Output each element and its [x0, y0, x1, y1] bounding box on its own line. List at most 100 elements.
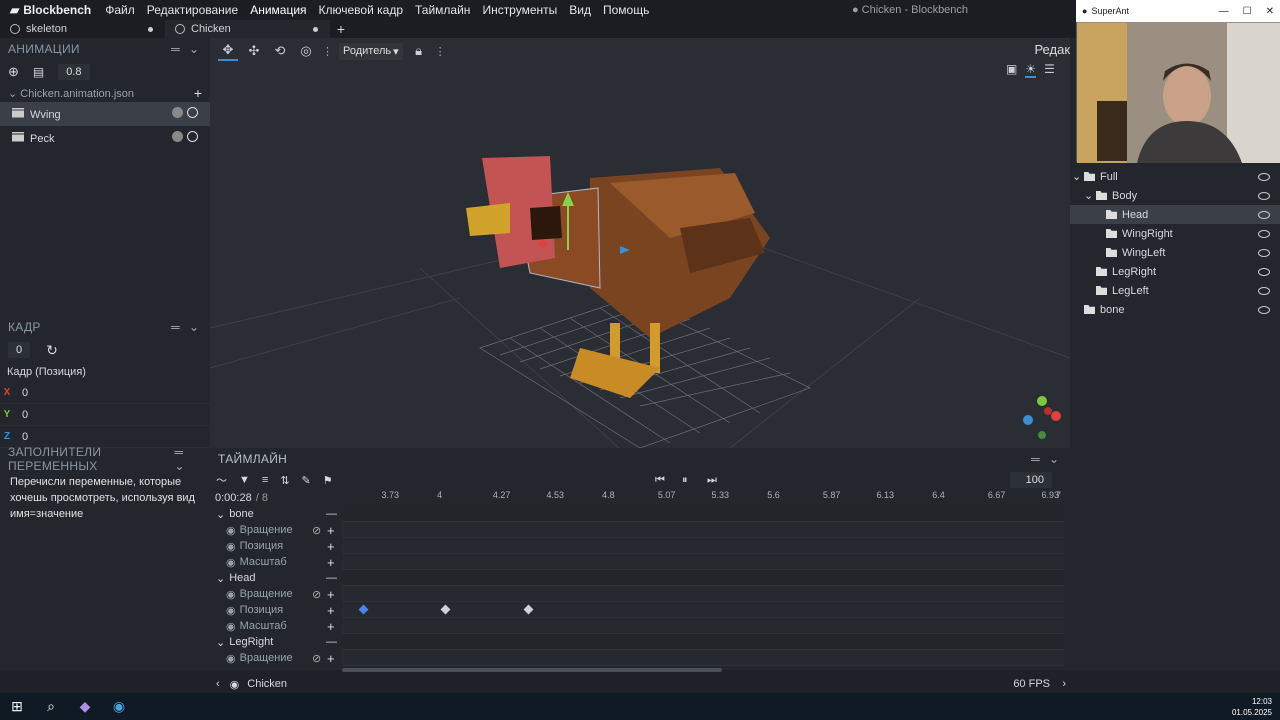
outliner-item-body[interactable]: ⌄ Body [1070, 186, 1280, 205]
pencil-icon[interactable]: ✎ [302, 474, 311, 487]
transform-space-dropdown[interactable]: Родитель ▾ [339, 42, 403, 60]
eye-icon[interactable]: ◉ [226, 540, 236, 553]
visibility-eye-icon[interactable] [1258, 191, 1270, 200]
toolbar-more-icon[interactable]: ⋮ [435, 45, 446, 58]
outliner-item-wingleft[interactable]: WingLeft [1070, 243, 1280, 262]
link-icon[interactable]: ⊘ [312, 652, 321, 665]
timeline-track[interactable] [342, 602, 1064, 618]
timeline-channel-row[interactable]: ◉ Позиция + [210, 602, 1070, 618]
axis-value[interactable]: 0 [22, 431, 28, 443]
timeline-channel-row[interactable]: ◉ Масштаб + [210, 618, 1070, 634]
check-icon[interactable] [172, 131, 183, 142]
animation-speed-input[interactable]: 0.8 [58, 64, 90, 80]
animation-file-row[interactable]: ⌄ Chicken.animation.json + [0, 84, 210, 102]
skip-forward-icon[interactable]: ⏭ [707, 474, 717, 487]
check-icon[interactable] [172, 107, 183, 118]
visibility-eye-icon[interactable] [1258, 305, 1270, 314]
animation-item-wving[interactable]: Wving [0, 102, 210, 126]
add-keyframe-icon[interactable]: + [327, 555, 335, 570]
collapse-icon[interactable]: — [326, 508, 337, 520]
menu-view[interactable]: Вид [563, 0, 597, 20]
timeline-track[interactable] [342, 506, 1064, 522]
timeline-track[interactable] [342, 570, 1064, 586]
eye-icon[interactable]: ◉ [226, 556, 236, 569]
panel-controls-icon[interactable]: ═ ⌄ [174, 445, 202, 473]
visual-studio-icon[interactable]: ◆ [68, 693, 102, 720]
menu-animation[interactable]: Анимация [244, 0, 312, 20]
outliner-item-wingright[interactable]: WingRight [1070, 224, 1280, 243]
timeline-group-row[interactable]: ⌄ Head — [210, 570, 1070, 586]
visibility-eye-icon[interactable] [1258, 267, 1270, 276]
menu-help[interactable]: Помощь [597, 0, 655, 20]
eye-icon[interactable]: ◉ [226, 620, 236, 633]
filter-icon[interactable]: ▼ [239, 474, 250, 486]
search-icon[interactable]: ⌕ [34, 693, 68, 720]
menu-icon[interactable]: ☰ [1044, 62, 1055, 78]
3d-viewport[interactable] [210, 38, 1070, 448]
outliner-item-head[interactable]: Head [1070, 205, 1280, 224]
reset-icon[interactable]: ↻ [46, 342, 58, 359]
skip-back-icon[interactable]: ⏮ [655, 474, 665, 487]
pause-icon[interactable]: ⏸ [682, 474, 688, 487]
outliner-item-legright[interactable]: LegRight [1070, 262, 1280, 281]
tab-chicken[interactable]: Chicken [165, 20, 330, 38]
keyframe-diamond[interactable] [523, 604, 534, 615]
timeline-track[interactable] [342, 538, 1064, 554]
keyframe-diamond[interactable] [440, 604, 451, 615]
minimize-icon[interactable]: — [1219, 6, 1229, 17]
menu-file[interactable]: Файл [99, 0, 141, 20]
visibility-eye-icon[interactable] [1258, 210, 1270, 219]
keyframe-time-input[interactable]: 0 [8, 342, 31, 358]
timeline-track[interactable] [342, 634, 1064, 650]
image-icon[interactable]: ▣ [1006, 62, 1017, 78]
timeline-group-row[interactable]: ⌄ bone — [210, 506, 1070, 522]
timeline-group-row[interactable]: ⌄ LegRight — [210, 634, 1070, 650]
axis-value[interactable]: 0 [22, 387, 28, 399]
timeline-channel-row[interactable]: ◉ Позиция + [210, 538, 1070, 554]
eye-icon[interactable]: ◉ [226, 604, 236, 617]
tab-skeleton[interactable]: skeleton [0, 20, 165, 38]
chevron-right-icon[interactable]: › [1062, 678, 1066, 690]
collapse-icon[interactable]: — [326, 636, 337, 648]
flag-icon[interactable]: ⚑ [323, 474, 333, 487]
chevron-left-icon[interactable]: ‹ [216, 678, 220, 690]
timeline-channel-row[interactable]: ◉ Вращение ⊘ + [210, 586, 1070, 602]
radio-icon[interactable] [187, 131, 198, 142]
animation-item-peck[interactable]: Peck [0, 126, 210, 150]
timeline-scrollbar[interactable] [342, 668, 722, 672]
variables-textarea[interactable]: Перечисли переменные, которые хочешь про… [0, 470, 210, 526]
add-keyframe-icon[interactable]: + [327, 587, 335, 602]
load-file-icon[interactable]: ▤ [33, 65, 44, 79]
add-keyframe-icon[interactable]: + [327, 539, 335, 554]
toolbar-more-icon[interactable]: ⋮ [322, 45, 333, 58]
new-tab-button[interactable]: + [330, 20, 352, 38]
link-icon[interactable]: ⊘ [312, 588, 321, 601]
add-animation-icon[interactable]: ⊕ [8, 64, 19, 80]
axis-row-x[interactable]: X0 [0, 382, 210, 404]
timeline-channel-row[interactable]: ◉ Вращение ⊘ + [210, 650, 1070, 666]
timeline-track[interactable] [342, 586, 1064, 602]
collapse-icon[interactable]: — [326, 572, 337, 584]
timeline-track[interactable] [342, 650, 1064, 666]
sort-icon[interactable]: ⇅ [280, 474, 289, 487]
add-keyframe-icon[interactable]: + [327, 603, 335, 618]
link-icon[interactable]: ⊘ [312, 524, 321, 537]
outliner-item-legleft[interactable]: LegLeft [1070, 281, 1280, 300]
close-icon[interactable]: ✕ [1266, 6, 1274, 17]
add-keyframe-icon[interactable]: + [327, 651, 335, 666]
play-icon[interactable] [187, 107, 198, 118]
graph-editor-icon[interactable]: 〜 [216, 472, 227, 488]
zoom-input[interactable]: 100 [1010, 472, 1052, 488]
list-icon[interactable]: ≡ [262, 474, 268, 486]
eye-icon[interactable]: ◉ [226, 588, 236, 601]
lock-icon[interactable]: 🔒︎ [409, 41, 429, 61]
outliner-item-full[interactable]: ⌄ Full [1070, 167, 1280, 186]
outliner-item-bone[interactable]: bone [1070, 300, 1280, 319]
sun-icon[interactable]: ☀ [1025, 62, 1037, 78]
maximize-icon[interactable]: ☐ [1243, 6, 1252, 17]
eye-icon[interactable]: ◉ [226, 524, 236, 537]
timeline-channel-row[interactable]: ◉ Масштаб + [210, 554, 1070, 570]
add-keyframe-icon[interactable]: + [327, 523, 335, 538]
timeline-ruler[interactable]: 3.73 4 4.27 4.53 4.8 5.07 5.33 5.6 5.87 6.13 6.4 6.… [342, 490, 1064, 504]
timeline-track[interactable] [342, 554, 1064, 570]
